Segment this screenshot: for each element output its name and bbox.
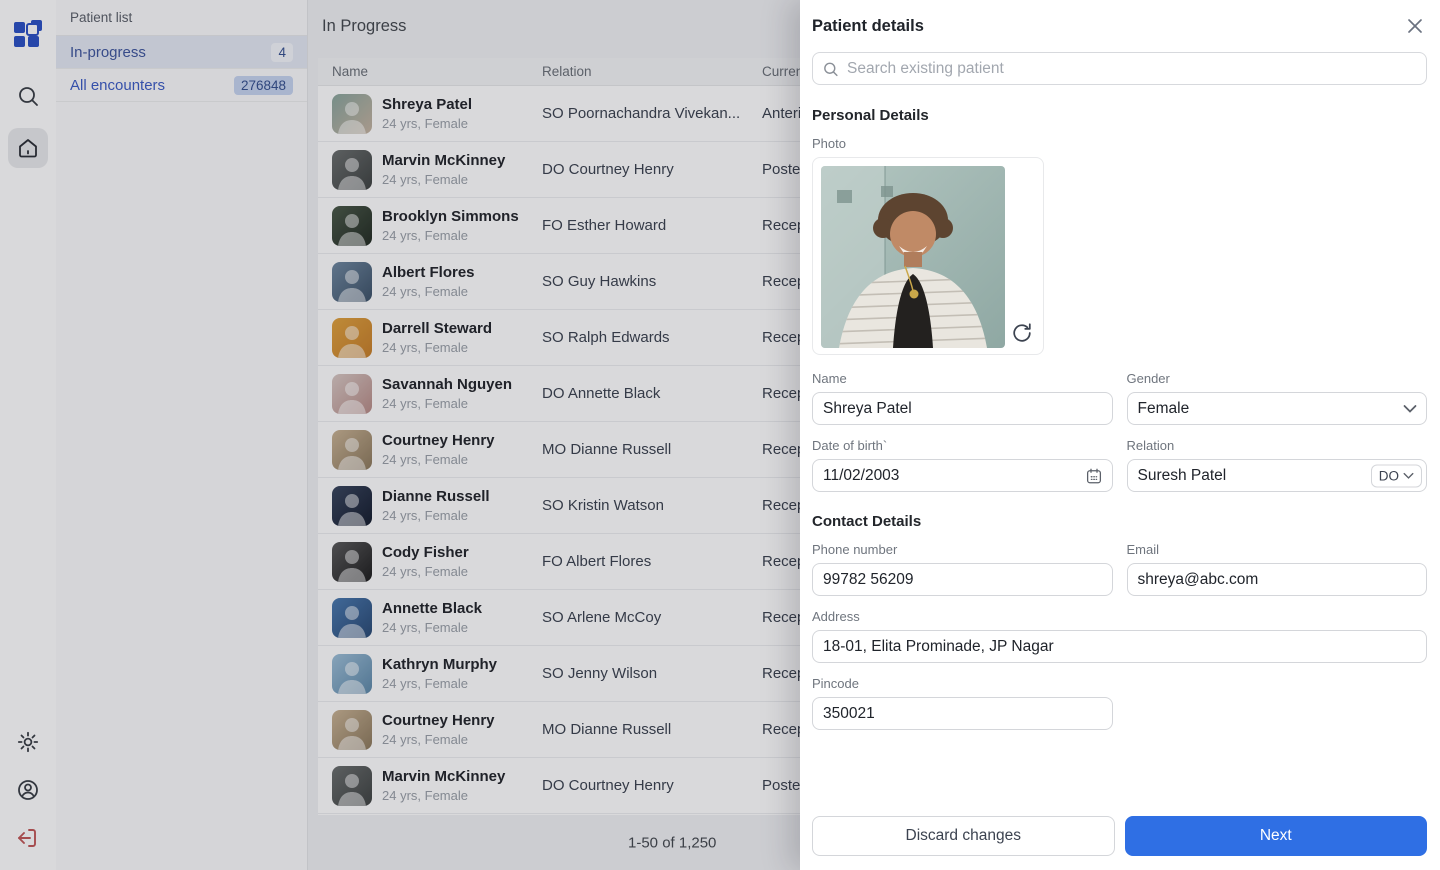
gender-label: Gender — [1127, 371, 1428, 386]
close-icon[interactable] — [1403, 14, 1427, 38]
email-label: Email — [1127, 542, 1428, 557]
relation-type-select[interactable]: DO — [1371, 464, 1422, 487]
dob-label: Date of birth` — [812, 438, 1113, 453]
patient-details-panel: Patient details Personal Details Photo — [800, 0, 1440, 870]
email-field[interactable] — [1127, 563, 1428, 596]
pincode-field[interactable] — [812, 697, 1113, 730]
next-button[interactable]: Next — [1125, 816, 1428, 856]
dob-field-wrap[interactable] — [812, 459, 1113, 492]
search-icon — [822, 60, 839, 77]
name-field[interactable] — [812, 392, 1113, 425]
relation-field-wrap: DO — [1127, 459, 1428, 492]
section-personal-details: Personal Details — [812, 107, 1427, 124]
refresh-photo-icon[interactable] — [1009, 320, 1035, 346]
phone-field[interactable] — [812, 563, 1113, 596]
discard-changes-button[interactable]: Discard changes — [812, 816, 1115, 856]
chevron-down-icon — [1403, 472, 1414, 479]
relation-label: Relation — [1127, 438, 1428, 453]
photo-card[interactable] — [812, 157, 1044, 355]
dob-field[interactable] — [812, 459, 1113, 492]
pincode-label: Pincode — [812, 676, 1113, 691]
search-existing-patient-input[interactable] — [812, 52, 1427, 85]
address-field[interactable] — [812, 630, 1427, 663]
patient-photo — [821, 166, 1005, 348]
section-contact-details: Contact Details — [812, 513, 1427, 530]
name-label: Name — [812, 371, 1113, 386]
panel-title: Patient details — [812, 17, 924, 36]
photo-label: Photo — [812, 136, 1427, 151]
phone-label: Phone number — [812, 542, 1113, 557]
address-label: Address — [812, 609, 1427, 624]
gender-select[interactable] — [1127, 392, 1428, 425]
